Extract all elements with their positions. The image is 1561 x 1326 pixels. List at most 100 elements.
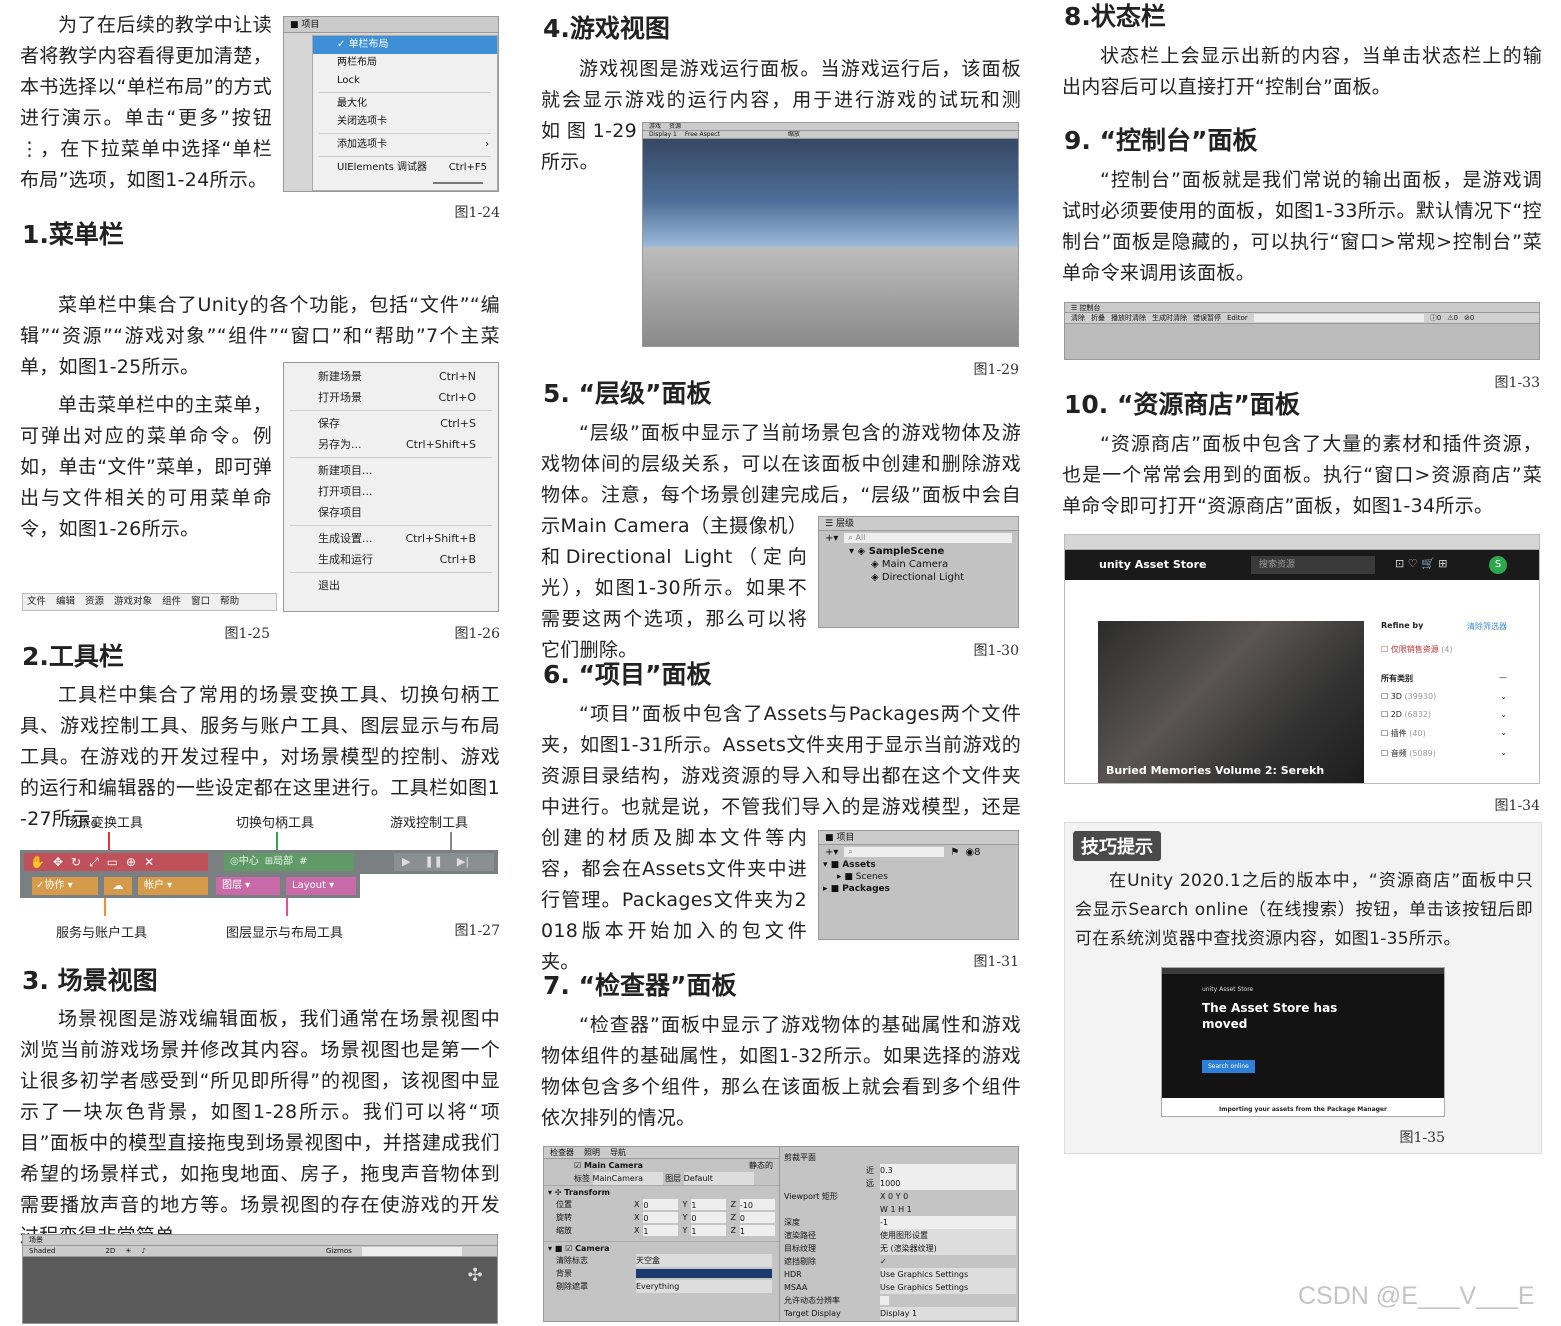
x-field[interactable]: 1 [643, 1225, 679, 1236]
menu-component[interactable]: 组件 [162, 594, 181, 610]
collapse-button[interactable]: 折叠 [1091, 313, 1105, 323]
play-icon[interactable]: ▶ [402, 853, 410, 871]
tab-assets[interactable]: 资源 [669, 123, 681, 130]
menu-item-build-settings[interactable]: 生成设置... Ctrl+Shift+B [284, 528, 498, 549]
category-3d[interactable]: ☐ 3D (39930) ⌄ [1381, 692, 1507, 701]
category-2d[interactable]: ☐ 2D (6832) ⌄ [1381, 710, 1507, 719]
menu-item-new-project[interactable]: 新建项目... [284, 460, 498, 481]
y-field[interactable]: 1 [691, 1199, 727, 1210]
account-dropdown[interactable]: 帐户 ▾ [138, 877, 208, 895]
depth-field[interactable]: -1 [880, 1216, 1016, 1229]
light-icon[interactable]: ☀ [125, 1246, 131, 1256]
menu-item-open-project[interactable]: 打开项目... [284, 481, 498, 502]
near-field[interactable]: 0.3 [880, 1164, 1016, 1177]
2d-toggle[interactable]: 2D [105, 1246, 115, 1256]
scale-tool-icon[interactable]: ⤢ [89, 853, 99, 871]
clear-on-play-button[interactable]: 播放时清除 [1111, 313, 1146, 323]
layer-dropdown[interactable]: Default [683, 1172, 754, 1185]
rotate-tool-icon[interactable]: ↻ [71, 853, 81, 871]
tab-inspector[interactable]: 检查器 [550, 1147, 574, 1158]
add-icon[interactable]: +▾ [825, 533, 838, 544]
culling-mask-dropdown[interactable]: Everything [636, 1280, 772, 1293]
audio-icon[interactable]: ♪ [142, 1246, 146, 1256]
featured-banner[interactable]: Buried Memories Volume 2: Serekh [1098, 621, 1364, 783]
scale-slider[interactable]: 缩放 [788, 131, 800, 138]
menu-item-single-column[interactable]: ✓ 单栏布局 [313, 36, 497, 54]
menu-item-open-scene[interactable]: 打开场景 Ctrl+O [284, 387, 498, 408]
transform-tool-icon[interactable]: ⊕ [126, 853, 136, 871]
menu-item-add-tab[interactable]: 添加选项卡 › [313, 136, 497, 154]
tab-lighting[interactable]: 照明 [584, 1147, 600, 1158]
menu-item-two-column[interactable]: 两栏布局 [313, 54, 497, 72]
tab-navigation[interactable]: 导航 [610, 1147, 626, 1158]
menu-item-save-as[interactable]: 另存为... Ctrl+Shift+S [284, 434, 498, 455]
asset-store-search[interactable]: 搜索资源 [1251, 556, 1375, 574]
menu-item-save[interactable]: 保存 Ctrl+S [284, 413, 498, 434]
zoom-slider[interactable] [433, 182, 483, 184]
scene-gizmo-icon[interactable]: ✣ [463, 1265, 487, 1299]
shading-dropdown[interactable]: Shaded [29, 1246, 55, 1256]
menu-item-save-project[interactable]: 保存项目 [284, 502, 498, 523]
render-path-dropdown[interactable]: 使用图形设置 [880, 1229, 1016, 1242]
x-field[interactable]: 0 [643, 1212, 679, 1223]
hdr-dropdown[interactable]: Use Graphics Settings [880, 1268, 1016, 1281]
menu-edit[interactable]: 编辑 [56, 594, 75, 610]
menu-item-lock[interactable]: Lock [313, 72, 497, 90]
clear-on-build-button[interactable]: 生成时清除 [1152, 313, 1187, 323]
object-name-row[interactable]: ☑ Main Camera 静态的 [544, 1159, 779, 1172]
occlusion-checkbox[interactable]: ✓ [880, 1255, 887, 1268]
z-field[interactable]: 1 [739, 1225, 775, 1236]
target-display-dropdown[interactable]: Display 1 [880, 1307, 1016, 1320]
scene-search-input[interactable] [361, 1247, 462, 1256]
aspect-dropdown[interactable]: Free Aspect [685, 131, 720, 138]
menu-help[interactable]: 帮助 [220, 594, 239, 610]
project-search-input[interactable]: ⌕ [844, 847, 945, 857]
on-sale-filter[interactable]: ☐ 仅限销售资源 (4) [1381, 644, 1507, 655]
clear-filters-link[interactable]: 清除筛选器 [1467, 621, 1507, 632]
editor-dropdown[interactable]: Editor [1227, 313, 1248, 323]
filter-icon[interactable]: ⚑ [950, 847, 959, 858]
menu-item-new-scene[interactable]: 新建场景 Ctrl+N [284, 366, 498, 387]
local-toggle[interactable]: ⊞局部 [265, 853, 293, 871]
step-icon[interactable]: ▶| [457, 853, 469, 871]
folder-packages[interactable]: ▸ ■ Packages [819, 883, 1018, 895]
asset-store-brand[interactable]: unity Asset Store [1099, 558, 1206, 571]
x-field[interactable]: 0 [643, 1199, 679, 1210]
static-toggle[interactable]: 静态的 [749, 1159, 773, 1172]
custom-tool-icon[interactable]: ✕ [144, 853, 154, 871]
menu-item-close-tab[interactable]: 关闭选项卡 [313, 113, 497, 131]
menu-assets[interactable]: 资源 [85, 594, 104, 610]
grid-snap-icon[interactable]: # [299, 853, 307, 871]
y-field[interactable]: 0 [691, 1212, 727, 1223]
search-online-button[interactable]: Search online [1202, 1060, 1255, 1073]
move-tool-icon[interactable]: ✥ [53, 853, 63, 871]
add-icon[interactable]: +▾ [825, 847, 838, 858]
tab-game[interactable]: 游戏 [649, 123, 661, 130]
menu-gameobject[interactable]: 游戏对象 [114, 594, 152, 610]
collapse-icon[interactable]: — [1499, 673, 1507, 684]
menu-item-build-and-run[interactable]: 生成和运行 Ctrl+B [284, 549, 498, 570]
warning-count[interactable]: ⚠0 [1447, 313, 1458, 323]
asset-store-icons[interactable]: ⊡ ♡ 🛒 ⊞ [1395, 557, 1447, 570]
z-field[interactable]: 0 [739, 1212, 775, 1223]
pause-icon[interactable]: ❚❚ [424, 853, 442, 871]
clear-button[interactable]: 清除 [1071, 313, 1085, 323]
camera-header[interactable]: ▾ ■ ☑ Camera [544, 1241, 779, 1254]
menu-item-uielements-debugger[interactable]: UIElements 调试器 Ctrl+F5 [313, 159, 497, 177]
menu-file[interactable]: 文件 [27, 594, 46, 610]
project-panel-tab[interactable]: ■ 项目 [819, 831, 1018, 845]
visibility-icon[interactable]: ◉8 [965, 847, 980, 858]
hierarchy-search-input[interactable]: ⌕ All [844, 533, 1012, 543]
transform-header[interactable]: ▾ ✣ Transform [544, 1185, 779, 1198]
pivot-toggle[interactable]: ◎中心 [230, 853, 259, 871]
menu-item-exit[interactable]: 退出 [284, 575, 498, 596]
scene-tab[interactable]: 场景 [23, 1235, 497, 1246]
hierarchy-item-main-camera[interactable]: ◈ Main Camera [819, 558, 1018, 571]
scene-row[interactable]: ▾ ◈ SampleScene [819, 545, 1018, 558]
collab-dropdown[interactable]: ✓协作 ▾ [32, 877, 98, 895]
layout-dropdown[interactable]: Layout ▾ [286, 877, 356, 895]
info-count[interactable]: ⓘ0 [1430, 313, 1441, 323]
target-texture-field[interactable]: 无 (渲染器纹理) [880, 1242, 1016, 1255]
y-field[interactable]: 1 [691, 1225, 727, 1236]
cloud-icon[interactable]: ☁ [104, 877, 132, 895]
